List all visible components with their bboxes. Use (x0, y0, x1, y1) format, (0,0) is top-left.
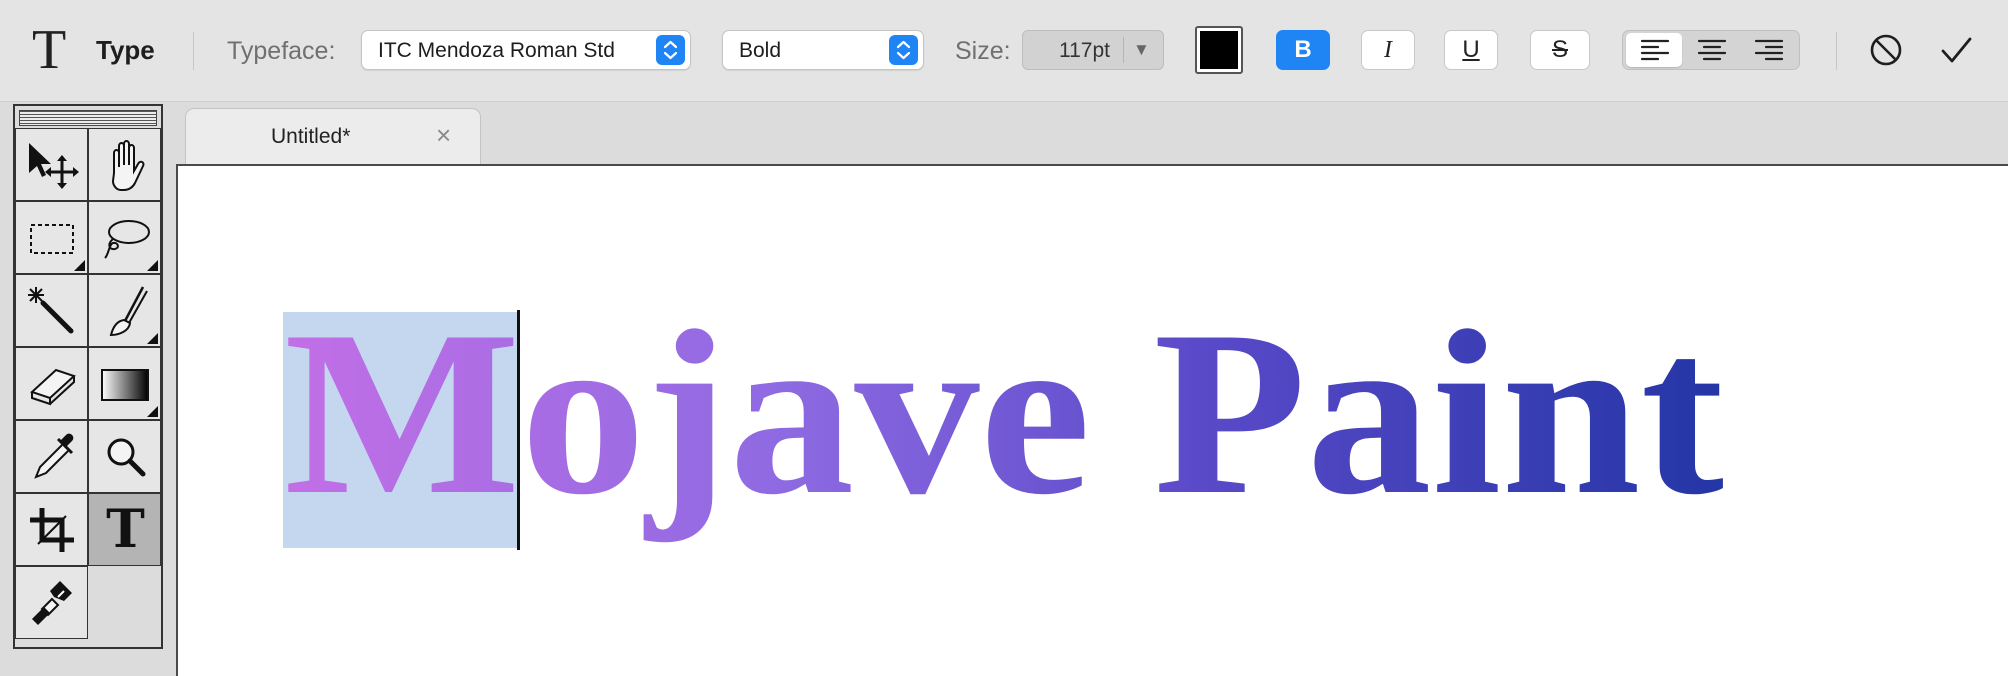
italic-button[interactable]: I (1361, 30, 1415, 70)
font-style-popup[interactable]: Bold (722, 30, 924, 70)
crop-icon (30, 508, 74, 552)
divider (1123, 37, 1124, 63)
clone-stamp-tool[interactable] (15, 566, 88, 639)
cancel-icon (1870, 34, 1902, 66)
eraser-icon (30, 368, 76, 406)
alignment-segmented-control (1622, 30, 1800, 70)
canvas-text[interactable]: Mojave Paint (284, 283, 1724, 544)
toolbox-panel: T (13, 104, 163, 649)
align-left-button[interactable] (1626, 33, 1682, 67)
typeface-stepper-icon (656, 35, 685, 65)
checkmark-icon (1941, 37, 1972, 63)
text-color-well[interactable] (1195, 26, 1243, 74)
eyedropper-icon (34, 433, 74, 479)
lasso-tool[interactable] (88, 201, 161, 274)
document-tab[interactable]: Untitled* × (185, 108, 481, 166)
align-left-icon (1640, 39, 1670, 61)
align-right-button[interactable] (1740, 33, 1796, 67)
text-insertion-caret (517, 310, 520, 550)
rectangular-marquee-tool[interactable] (15, 201, 88, 274)
hand-icon (111, 140, 145, 191)
move-arrow-icon (29, 143, 79, 189)
type-tool[interactable]: T (88, 493, 161, 566)
zoom-tool[interactable] (88, 420, 161, 493)
commit-edit-button[interactable] (1936, 30, 1976, 70)
submenu-indicator-icon (147, 333, 158, 344)
hand-tool[interactable] (88, 128, 161, 201)
document-canvas[interactable]: Mojave Paint (176, 164, 2008, 676)
modified-indicator: * (342, 125, 351, 148)
type-icon: T (106, 499, 145, 560)
font-style-value: Bold (739, 39, 782, 62)
move-tool[interactable] (15, 128, 88, 201)
submenu-indicator-icon (147, 406, 158, 417)
clone-stamp-icon (32, 581, 72, 625)
magic-wand-icon (28, 287, 74, 334)
typeface-popup[interactable]: ITC Mendoza Roman Std (361, 30, 691, 70)
font-size-combo[interactable]: 117pt ▼ (1022, 30, 1164, 70)
document-tab-title: Untitled* (271, 125, 351, 148)
crop-tool[interactable] (15, 493, 88, 566)
brush-tool[interactable] (88, 274, 161, 347)
align-right-icon (1754, 39, 1784, 61)
close-tab-icon[interactable]: × (436, 121, 451, 149)
magnifier-icon (107, 438, 146, 477)
type-tool-icon: T (32, 19, 67, 81)
underline-button[interactable]: U (1444, 30, 1498, 70)
typeface-label: Typeface: (227, 37, 336, 65)
active-tool-name: Type (96, 35, 155, 65)
strikethrough-button[interactable]: S (1530, 30, 1590, 70)
bold-button[interactable]: B (1276, 30, 1330, 70)
canvas-text-layer: Mojave Paint (284, 283, 1724, 544)
size-label: Size: (955, 37, 1011, 65)
cancel-edit-button[interactable] (1866, 30, 1906, 70)
gradient-tool[interactable] (88, 347, 161, 420)
typeface-value: ITC Mendoza Roman Std (378, 39, 615, 62)
font-style-stepper-icon (889, 35, 918, 65)
divider (1836, 32, 1837, 70)
eyedropper-tool[interactable] (15, 420, 88, 493)
eraser-tool[interactable] (15, 347, 88, 420)
submenu-indicator-icon (147, 260, 158, 271)
tool-options-bar: T Type Typeface: ITC Mendoza Roman Std B… (0, 0, 2008, 102)
text-color-swatch (1200, 31, 1238, 69)
font-size-value: 117pt (1059, 39, 1110, 62)
submenu-indicator-icon (74, 260, 85, 271)
dropdown-arrow-icon[interactable]: ▼ (1133, 36, 1150, 64)
align-center-icon (1697, 39, 1727, 61)
toolbox-drag-handle[interactable] (19, 110, 157, 126)
align-center-button[interactable] (1683, 33, 1739, 67)
magic-wand-tool[interactable] (15, 274, 88, 347)
divider (193, 32, 194, 70)
